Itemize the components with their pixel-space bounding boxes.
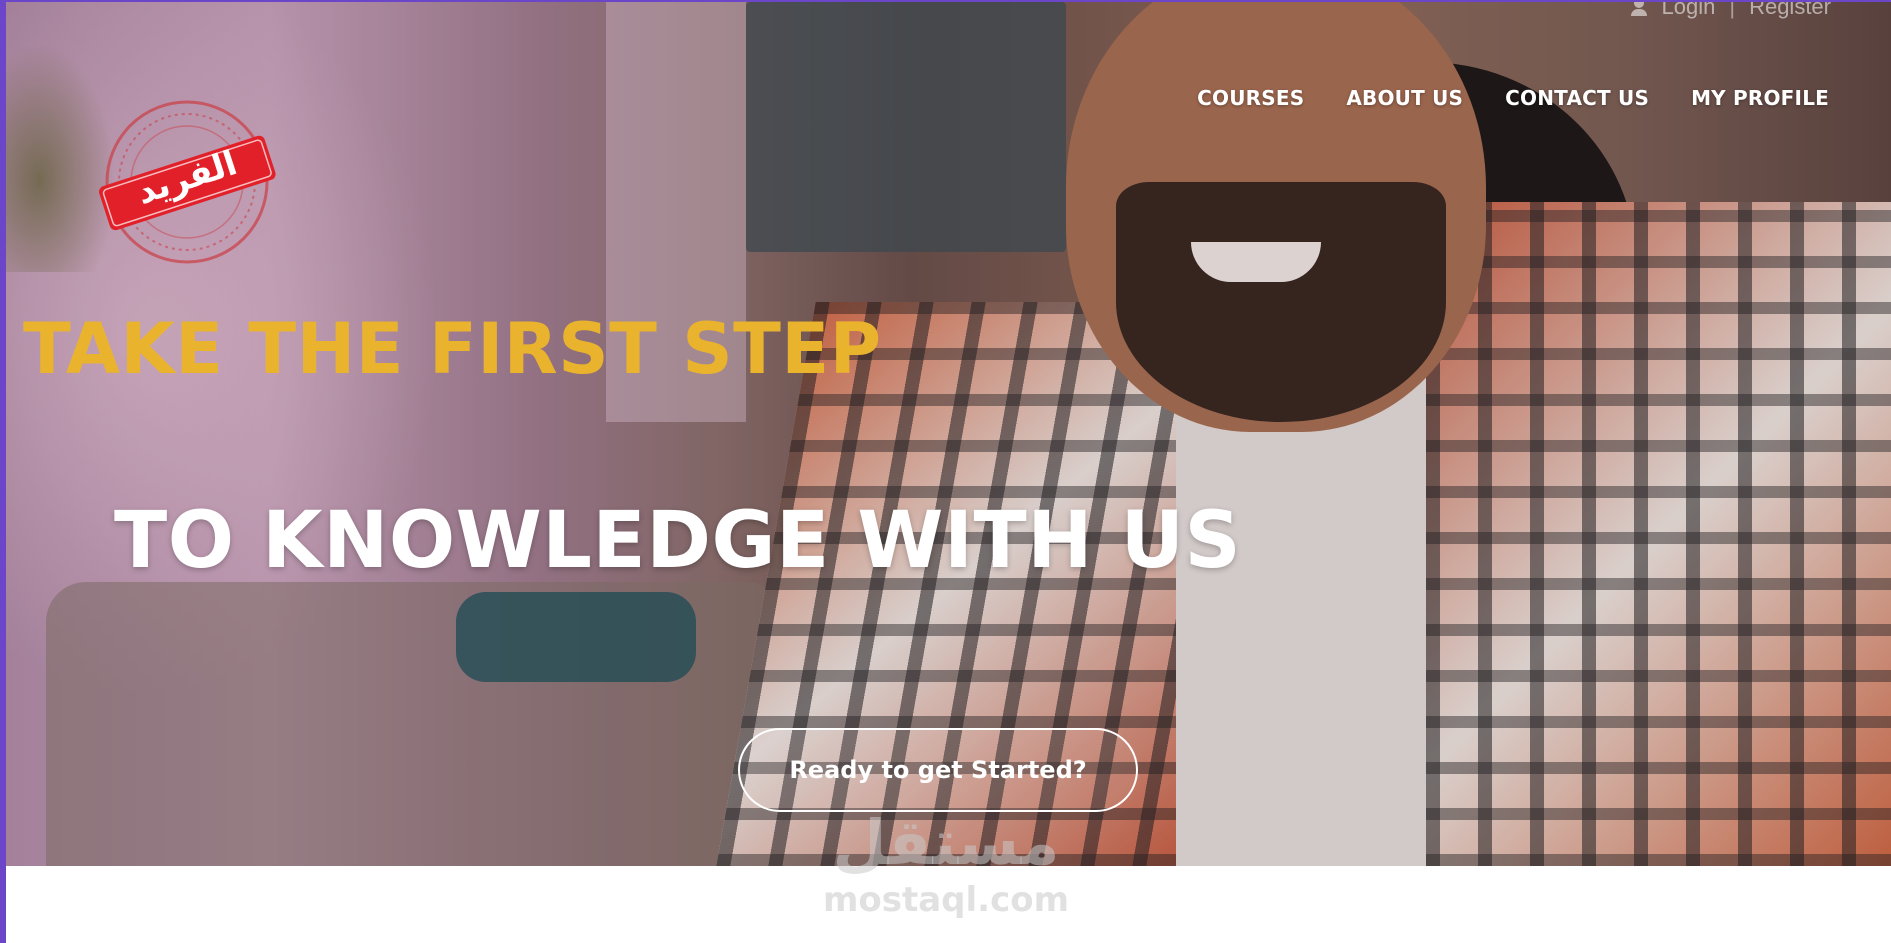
site-logo[interactable]: الفريد: [94, 96, 280, 268]
get-started-button[interactable]: Ready to get Started?: [738, 728, 1138, 812]
main-nav: COURSES ABOUT US CONTACT US MY PROFILE: [1197, 86, 1829, 110]
login-link[interactable]: Login: [1662, 2, 1716, 20]
nav-item-courses[interactable]: COURSES: [1197, 86, 1304, 110]
hero-headline-secondary: TO KNOWLEDGE WITH US: [114, 496, 1242, 586]
page: Login | Register COURSES ABOUT US CONTAC…: [0, 0, 1891, 943]
watermark-latin: mostaql.com: [822, 880, 1070, 920]
utility-separator: |: [1729, 2, 1736, 19]
hero-section: Login | Register COURSES ABOUT US CONTAC…: [6, 2, 1891, 866]
nav-item-contact-us[interactable]: CONTACT US: [1505, 86, 1649, 110]
register-link[interactable]: Register: [1749, 2, 1831, 20]
nav-item-my-profile[interactable]: MY PROFILE: [1691, 86, 1829, 110]
hero-headline-primary: TAKE THE FIRST STEP: [23, 308, 882, 390]
nav-item-about-us[interactable]: ABOUT US: [1346, 86, 1463, 110]
top-utility-bar: Login | Register: [1630, 2, 1831, 20]
user-icon: [1630, 2, 1648, 16]
